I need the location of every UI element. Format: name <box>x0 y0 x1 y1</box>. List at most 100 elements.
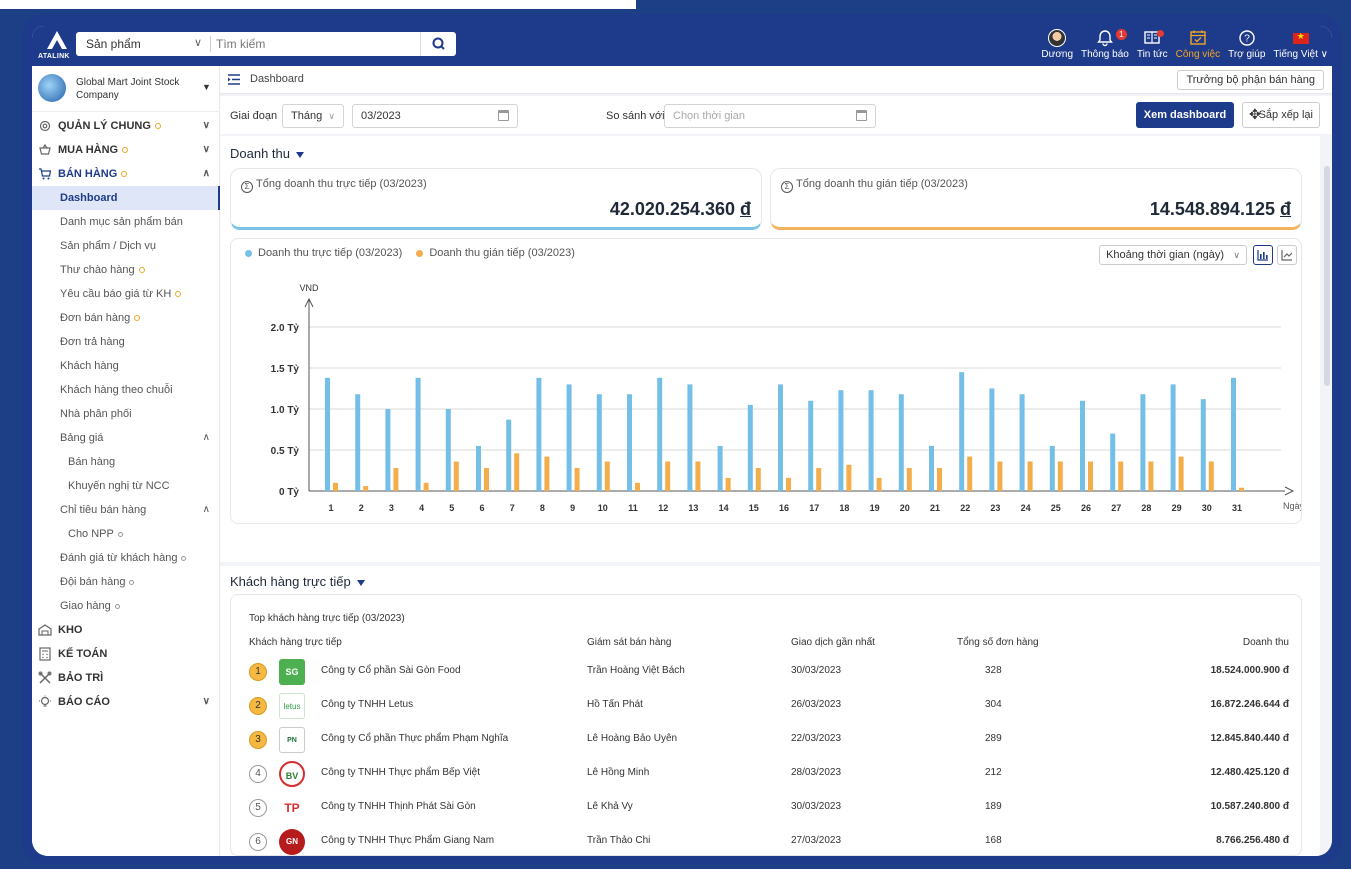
x-tick-label: 23 <box>990 503 1000 513</box>
company-selector[interactable]: Global Mart Joint Stock Company ▼ <box>32 66 220 112</box>
sidebar-item-khuyen-nghi-tu-ncc[interactable]: Khuyến nghị từ NCC <box>32 474 220 498</box>
sidebar-item-yeu-cau-bao-gia[interactable]: Yêu cầu báo giá từ KH <box>32 282 220 306</box>
period-date-picker[interactable]: 03/2023 <box>352 104 518 128</box>
sidebar-item-dashboard[interactable]: Dashboard <box>32 186 220 210</box>
x-tick-label: 4 <box>419 503 424 513</box>
x-tick-label: 6 <box>479 503 484 513</box>
legend-indirect[interactable]: Doanh thu gián tiếp (03/2023) <box>416 247 575 259</box>
sidebar-item-thu-chao-hang[interactable]: Thư chào hàng <box>32 258 220 282</box>
direct-revenue-card: Σ Tổng doanh thu trực tiếp (03/2023) 42.0… <box>230 168 762 230</box>
table-row[interactable]: 1 SG Công ty Cổ phần Sài Gòn Food Trần Hoàn… <box>249 655 1289 687</box>
x-tick-label: 8 <box>540 503 545 513</box>
atalink-logo[interactable]: ATALINK <box>38 30 78 64</box>
rank-badge: 6 <box>249 833 267 851</box>
table-row[interactable]: 3 PN Công ty Cổ phần Thực phẩm Phạm Nghĩa L… <box>249 723 1289 755</box>
sidebar-item-doi-ban-hang[interactable]: Đội bán hàng <box>32 570 220 594</box>
header-actions: Dương 1 Thông báo Tin tức Công việc ? Tr… <box>1037 26 1332 66</box>
rearrange-button[interactable]: ✥ Sắp xếp lại <box>1242 102 1320 128</box>
search-button[interactable] <box>420 32 456 56</box>
header-supervisor[interactable]: Giám sát bán hàng <box>587 637 672 648</box>
time-range-select[interactable]: Khoảng thời gian (ngày) ∨ <box>1099 245 1247 265</box>
chevron-down-icon: ∨ <box>194 37 203 49</box>
sidebar-item-nha-phan-phoi[interactable]: Nhà phân phối <box>32 402 220 426</box>
last-transaction-date: 27/03/2023 <box>791 835 842 846</box>
customer-name[interactable]: Công ty TNHH Thực phẩm Bếp Việt <box>321 767 480 778</box>
supervisor-name: Lê Hồng Minh <box>587 767 650 778</box>
revenue-value: 16.872.246.644 đ <box>1210 699 1289 710</box>
search-scope-select[interactable]: Sản phẩm <box>86 37 141 51</box>
menu-toggle-icon[interactable] <box>228 74 240 85</box>
revenue-section-title[interactable]: Doanh thu <box>230 146 304 161</box>
bar-indirect-day-17 <box>816 468 822 491</box>
customers-section-title[interactable]: Khách hàng trực tiếp <box>230 574 365 589</box>
sidebar-item-ban-hang[interactable]: BÁN HÀNG ∧ <box>32 162 220 186</box>
notifications-button[interactable]: 1 Thông báo <box>1077 26 1133 66</box>
customer-name[interactable]: Công ty TNHH Letus <box>321 699 413 710</box>
basket-icon <box>39 143 51 155</box>
direct-revenue-label: Tổng doanh thu trực tiếp (03/2023) <box>256 178 427 190</box>
line-chart-toggle[interactable] <box>1277 245 1297 265</box>
customer-logo: letus <box>279 693 305 719</box>
sidebar-item-bao-tri[interactable]: BẢO TRÌ <box>32 666 220 690</box>
customers-panel: Khách hàng trực tiếp Top khách hàng trực… <box>220 566 1320 856</box>
sidebar-item-khach-hang[interactable]: Khách hàng <box>32 354 220 378</box>
sidebar-item-khach-hang-theo-chuoi[interactable]: Khách hàng theo chuỗi <box>32 378 220 402</box>
sidebar-item-ke-toan[interactable]: KẾ TOÁN <box>32 642 220 666</box>
header-revenue[interactable]: Doanh thu <box>1243 637 1289 648</box>
table-row[interactable]: 6 GN Công ty TNHH Thực Phẩm Giang Nam Trần … <box>249 825 1289 856</box>
company-logo <box>38 74 66 102</box>
bar-indirect-day-22 <box>967 456 973 491</box>
help-button[interactable]: ? Trợ giúp <box>1224 26 1269 66</box>
sidebar-item-san-pham-dich-vu[interactable]: Sản phẩm / Dịch vụ <box>32 234 220 258</box>
sidebar-item-danh-gia-tu-khach-hang[interactable]: Đánh giá từ khách hàng <box>32 546 220 570</box>
table-row[interactable]: 2 letus Công ty TNHH Letus Hồ Tấn Phát 26/03… <box>249 689 1289 721</box>
legend-direct[interactable]: Doanh thu trực tiếp (03/2023) <box>245 247 402 259</box>
language-select[interactable]: Tiếng Việt ∨ <box>1269 26 1332 66</box>
direct-revenue-value: 42.020.254.360 đ <box>609 199 751 219</box>
bar-indirect-day-1 <box>333 482 338 491</box>
customer-name[interactable]: Công ty TNHH Thịnh Phát Sài Gòn <box>321 801 476 812</box>
sidebar-item-cho-npp[interactable]: Cho NPP <box>32 522 220 546</box>
vertical-scrollbar[interactable] <box>1324 166 1330 386</box>
bar-indirect-day-5 <box>453 461 459 491</box>
bar-direct-day-15 <box>747 404 753 491</box>
sidebar-item-kho[interactable]: KHO <box>32 618 220 642</box>
bar-direct-day-8 <box>536 377 542 491</box>
header-total-orders[interactable]: Tổng số đơn hàng <box>957 637 1039 648</box>
work-button[interactable]: Công việc <box>1172 26 1224 66</box>
customer-name[interactable]: Công ty TNHH Thực Phẩm Giang Nam <box>321 835 494 846</box>
sidebar-item-quan-ly-chung[interactable]: QUẢN LÝ CHUNG ∨ <box>32 114 220 138</box>
table-title: Top khách hàng trực tiếp (03/2023) <box>249 613 405 624</box>
sidebar-item-don-ban-hang[interactable]: Đơn bán hàng <box>32 306 220 330</box>
user-menu[interactable]: Dương <box>1037 26 1077 66</box>
search-input[interactable] <box>216 35 416 53</box>
x-tick-label: 15 <box>749 503 759 513</box>
sidebar-item-bang-gia-ban-hang[interactable]: Bán hàng <box>32 450 220 474</box>
header-customer[interactable]: Khách hàng trực tiếp <box>249 637 342 648</box>
table-row[interactable]: 4 BV Công ty TNHH Thực phẩm Bếp Việt Lê Hồn… <box>249 757 1289 789</box>
customer-name[interactable]: Công ty Cổ phần Thực phẩm Phạm Nghĩa <box>321 733 508 744</box>
customer-name[interactable]: Công ty Cổ phần Sài Gòn Food <box>321 665 461 676</box>
news-button[interactable]: Tin tức <box>1133 26 1172 66</box>
device-frame: ATALINK Sản phẩm ∨ Dương 1 Thông báo <box>22 14 1342 864</box>
bar-indirect-day-26 <box>1088 461 1093 491</box>
sidebar-item-danh-muc-san-pham-ban[interactable]: Danh mục sản phẩm bán <box>32 210 220 234</box>
header-last-transaction[interactable]: Giao dịch gần nhất <box>791 637 875 648</box>
role-selector[interactable]: Trưởng bộ phận bán hàng <box>1177 70 1324 90</box>
sidebar-item-bao-cao[interactable]: BÁO CÁO ∨ <box>32 690 220 714</box>
table-row[interactable]: 5 TP Công ty TNHH Thịnh Phát Sài Gòn Lê Khả… <box>249 791 1289 823</box>
period-unit-select[interactable]: Tháng ∨ <box>282 104 344 128</box>
view-dashboard-button[interactable]: Xem dashboard <box>1136 102 1234 128</box>
bar-indirect-day-29 <box>1178 456 1184 491</box>
sidebar-item-don-tra-hang[interactable]: Đơn trả hàng <box>32 330 220 354</box>
bar-chart-toggle[interactable] <box>1253 245 1273 265</box>
bar-direct-day-4 <box>415 377 421 491</box>
compare-date-picker[interactable]: Chọn thời gian <box>664 104 876 128</box>
sidebar-item-bang-gia[interactable]: Bảng giá ∧ <box>32 426 220 450</box>
sidebar-item-mua-hang[interactable]: MUA HÀNG ∨ <box>32 138 220 162</box>
x-tick-label: 25 <box>1051 503 1061 513</box>
sidebar-item-chi-tieu-ban-hang[interactable]: Chỉ tiêu bán hàng ∧ <box>32 498 220 522</box>
x-tick-label: 7 <box>510 503 515 513</box>
indirect-revenue-label: Tổng doanh thu gián tiếp (03/2023) <box>796 178 968 190</box>
sidebar-item-giao-hang[interactable]: Giao hàng <box>32 594 220 618</box>
